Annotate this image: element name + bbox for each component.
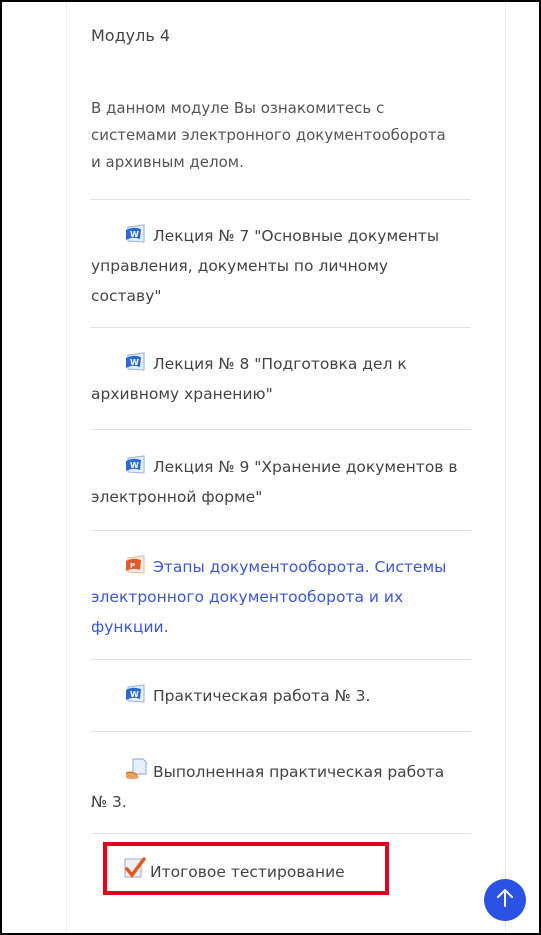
activity-final-test[interactable]: Итоговое тестирование bbox=[122, 856, 345, 884]
divider bbox=[91, 199, 471, 200]
divider bbox=[91, 327, 471, 328]
svg-text:W: W bbox=[130, 690, 139, 699]
activity-lecture-8[interactable]: W Лекция № 8 "Подготовка дел к архивному… bbox=[91, 349, 461, 409]
word-doc-icon: W bbox=[125, 224, 147, 244]
activity-label[interactable]: Практическая работа № 3. bbox=[153, 687, 370, 705]
viewport-frame: Модуль 4 В данном модуле Вы ознакомитесь… bbox=[0, 0, 541, 935]
activity-lecture-9[interactable]: W Лекция № 9 "Хранение документов в элек… bbox=[91, 452, 461, 512]
word-doc-icon: W bbox=[125, 455, 147, 475]
activity-label[interactable]: Итоговое тестирование bbox=[150, 863, 345, 881]
module-title: Модуль 4 bbox=[91, 26, 171, 45]
arrow-up-icon bbox=[496, 888, 514, 912]
svg-text:P: P bbox=[130, 562, 135, 570]
divider bbox=[91, 833, 471, 834]
word-doc-icon: W bbox=[125, 352, 147, 372]
assignment-icon bbox=[125, 758, 147, 779]
svg-text:W: W bbox=[130, 358, 139, 367]
divider bbox=[91, 530, 471, 531]
activity-lecture-7[interactable]: W Лекция № 7 "Основные документы управле… bbox=[91, 221, 461, 311]
powerpoint-doc-icon: P bbox=[125, 555, 147, 575]
divider bbox=[91, 659, 471, 660]
word-doc-icon: W bbox=[125, 684, 147, 704]
quiz-icon bbox=[122, 856, 146, 878]
activity-assignment[interactable]: Выполненная практическая работа № 3. bbox=[91, 757, 461, 817]
svg-text:W: W bbox=[130, 230, 139, 239]
svg-text:W: W bbox=[130, 461, 139, 470]
scroll-to-top-button[interactable] bbox=[484, 879, 526, 921]
divider bbox=[91, 429, 471, 430]
divider bbox=[91, 731, 471, 732]
activity-practical-3[interactable]: W Практическая работа № 3. bbox=[91, 681, 461, 711]
module-summary: В данном модуле Вы ознакомитесь с систем… bbox=[91, 99, 446, 171]
activity-presentation[interactable]: P Этапы документооборота. Системы электр… bbox=[91, 552, 461, 642]
